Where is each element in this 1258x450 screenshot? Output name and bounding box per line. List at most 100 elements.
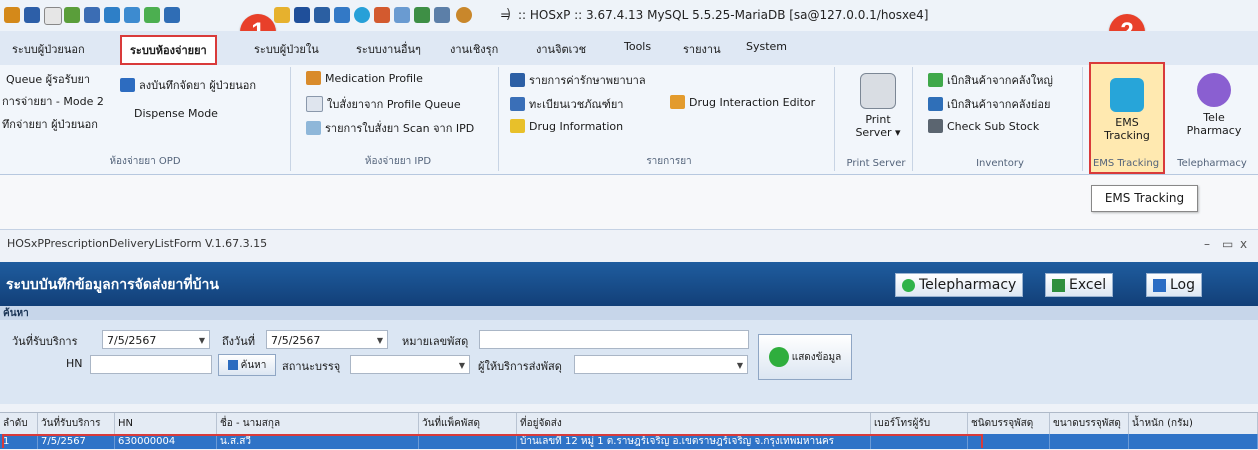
sub-stock-button[interactable]: เบิกสินค้าจากคลังย่อย xyxy=(928,95,1050,113)
ems-tracking-content: EMS Tracking xyxy=(1101,78,1153,142)
column-header[interactable]: ลำดับ xyxy=(0,413,38,434)
column-header[interactable]: วันที่แพ็คพัสดุ xyxy=(419,413,517,434)
edit-icon[interactable] xyxy=(84,7,100,23)
delivery-truck-icon xyxy=(1110,78,1144,112)
tab-tools[interactable]: Tools xyxy=(624,40,651,53)
checklist-icon xyxy=(928,119,943,133)
question-icon xyxy=(510,119,525,133)
pharmacist-icon xyxy=(1197,73,1231,107)
tab-pharmacy[interactable]: ระบบห้องจ่ายยา xyxy=(120,35,217,65)
close-button[interactable]: x xyxy=(1240,237,1247,251)
person-icon[interactable] xyxy=(456,7,472,23)
hn-label: HN xyxy=(66,357,83,370)
subwindow-title: HOSxPPrescriptionDeliveryListForm V.1.67… xyxy=(7,237,268,250)
excel-button[interactable]: Excel xyxy=(1045,273,1114,297)
table-icon[interactable] xyxy=(164,7,180,23)
telepharmacy-button[interactable]: Telepharmacy xyxy=(895,273,1024,297)
medication-profile-button[interactable]: Medication Profile xyxy=(306,71,423,85)
drug-interaction-button[interactable]: Drug Interaction Editor xyxy=(670,95,815,109)
users-icon[interactable] xyxy=(4,7,20,23)
tab-system[interactable]: System xyxy=(746,40,787,53)
tab-ipd[interactable]: ระบบผู้ป่วยใน xyxy=(254,40,319,58)
chevron-down-icon: ▼ xyxy=(736,361,743,370)
column-header[interactable]: ที่อยู่จัดส่ง xyxy=(517,413,871,434)
package-status-select[interactable]: ▼ xyxy=(350,355,470,374)
main-stock-button[interactable]: เบิกสินค้าจากคลังใหญ่ xyxy=(928,71,1053,89)
cell-package-size xyxy=(1050,434,1129,449)
column-header[interactable]: น้ำหนัก (กรัม) xyxy=(1129,413,1258,434)
user-icon[interactable] xyxy=(294,7,310,23)
tab-proactive[interactable]: งานเชิงรุก xyxy=(450,40,498,58)
dispense-opd-button[interactable]: ทึกจ่ายยา ผู้ป่วยนอก xyxy=(2,115,98,133)
supplies-register-button[interactable]: ทะเบียนเวชภัณฑ์ยา xyxy=(510,95,623,113)
form-title: ระบบบันทึกข้อมูลการจัดส่งยาที่บ้าน xyxy=(6,277,219,293)
column-header[interactable]: ชื่อ - นามสกุล xyxy=(217,413,419,434)
column-header[interactable]: HN xyxy=(115,413,217,434)
queue-button[interactable]: Queue ผู้รอรับยา xyxy=(6,70,90,88)
report-icon[interactable] xyxy=(394,7,410,23)
column-header[interactable]: เบอร์โทรผู้รับ xyxy=(871,413,968,434)
pill-icon[interactable] xyxy=(274,7,290,23)
dispense-mode2-button[interactable]: การจ่ายยา - Mode 2 xyxy=(2,92,104,110)
telepharmacy-ribbon-button[interactable]: Tele Pharmacy xyxy=(1178,73,1250,137)
stock-list-icon xyxy=(928,73,943,87)
show-data-button[interactable]: แสดงข้อมูล xyxy=(758,334,852,380)
tab-other[interactable]: ระบบงานอื่นๆ xyxy=(356,40,421,58)
user-edit-icon[interactable] xyxy=(64,7,80,23)
minimize-button[interactable]: – xyxy=(1204,237,1210,251)
ems-tooltip: EMS Tracking xyxy=(1091,185,1198,212)
search-strip: ค้นหา xyxy=(0,306,1258,321)
document-icon xyxy=(306,96,323,112)
photo-icon[interactable] xyxy=(434,7,450,23)
package-status-label: สถานะบรรจุ xyxy=(282,360,341,373)
calendar-icon[interactable] xyxy=(144,7,160,23)
group-caption-inventory: Inventory xyxy=(976,158,1024,169)
drug-information-button[interactable]: Drug Information xyxy=(510,119,623,133)
tab-reports[interactable]: รายงาน xyxy=(683,40,721,58)
tab-opd[interactable]: ระบบผู้ป่วยนอก xyxy=(12,40,85,58)
column-header[interactable]: ขนาดบรรจุพัสดุ xyxy=(1050,413,1129,434)
check-sub-stock-button[interactable]: Check Sub Stock xyxy=(928,119,1039,133)
edit-icon[interactable] xyxy=(104,7,120,23)
clock-icon[interactable] xyxy=(354,7,370,23)
list-icon[interactable] xyxy=(314,7,330,23)
search-icon xyxy=(227,360,238,370)
search-button[interactable]: ค้นหา xyxy=(218,354,276,376)
courier-select[interactable]: ▼ xyxy=(574,355,748,374)
id-card-icon[interactable] xyxy=(414,7,430,23)
stock-list-icon xyxy=(928,97,943,111)
hn-field[interactable] xyxy=(90,355,212,374)
group-caption-opd: ห้องจ่ายยา OPD xyxy=(109,156,181,167)
group-inventory: เบิกสินค้าจากคลังใหญ่ เบิกสินค้าจากคลังย… xyxy=(918,67,1083,171)
list-icon xyxy=(510,73,525,87)
form-header: ระบบบันทึกข้อมูลการจัดส่งยาที่บ้าน Telep… xyxy=(0,262,1258,306)
image-icon[interactable] xyxy=(124,7,140,23)
order-queue-button[interactable]: ใบสั่งยาจาก Profile Queue xyxy=(306,95,461,113)
record-opd-button[interactable]: ลงบันทึกจัดยา ผู้ป่วยนอก xyxy=(120,76,256,94)
date-from-field[interactable]: 7/5/2567 ▼ xyxy=(102,330,210,349)
ribbon: Queue ผู้รอรับยา การจ่ายยา - Mode 2 ทึกจ… xyxy=(0,65,1258,175)
register-icon xyxy=(510,97,525,111)
chart-icon[interactable] xyxy=(334,7,350,23)
quick-access-dropdown[interactable]: = xyxy=(500,8,510,22)
dispense-mode-button[interactable]: Dispense Mode xyxy=(134,107,218,120)
title-bar: ) = :: HOSxP :: 3.67.4.13 MySQL 5.5.25-M… xyxy=(0,0,1258,32)
scan-ipd-button[interactable]: รายการใบสั่งยา Scan จาก IPD xyxy=(306,119,474,137)
column-header[interactable]: ชนิดบรรจุพัสดุ xyxy=(968,413,1050,434)
print-server-button[interactable]: Print Server ▾ xyxy=(850,73,906,139)
log-button[interactable]: Log xyxy=(1146,273,1203,297)
hospital-fee-button[interactable]: รายการค่ารักษาพยาบาล xyxy=(510,71,646,89)
maximize-button[interactable]: ▭ xyxy=(1222,237,1233,251)
chevron-down-icon: ▼ xyxy=(376,336,383,345)
document-icon[interactable] xyxy=(44,7,62,25)
date-to-field[interactable]: 7/5/2567 ▼ xyxy=(266,330,388,349)
home-icon[interactable] xyxy=(374,7,390,23)
save-icon[interactable] xyxy=(24,7,40,23)
grid-icon xyxy=(306,71,321,85)
tab-psychiatric[interactable]: งานจิตเวช xyxy=(536,40,586,58)
date-from-label: วันที่รับบริการ xyxy=(12,335,78,348)
column-header[interactable]: วันที่รับบริการ xyxy=(38,413,115,434)
window-title: :: HOSxP :: 3.67.4.13 MySQL 5.5.25-Maria… xyxy=(518,8,929,22)
group-caption-ems: EMS Tracking xyxy=(1092,158,1160,169)
parcel-number-field[interactable] xyxy=(479,330,749,349)
